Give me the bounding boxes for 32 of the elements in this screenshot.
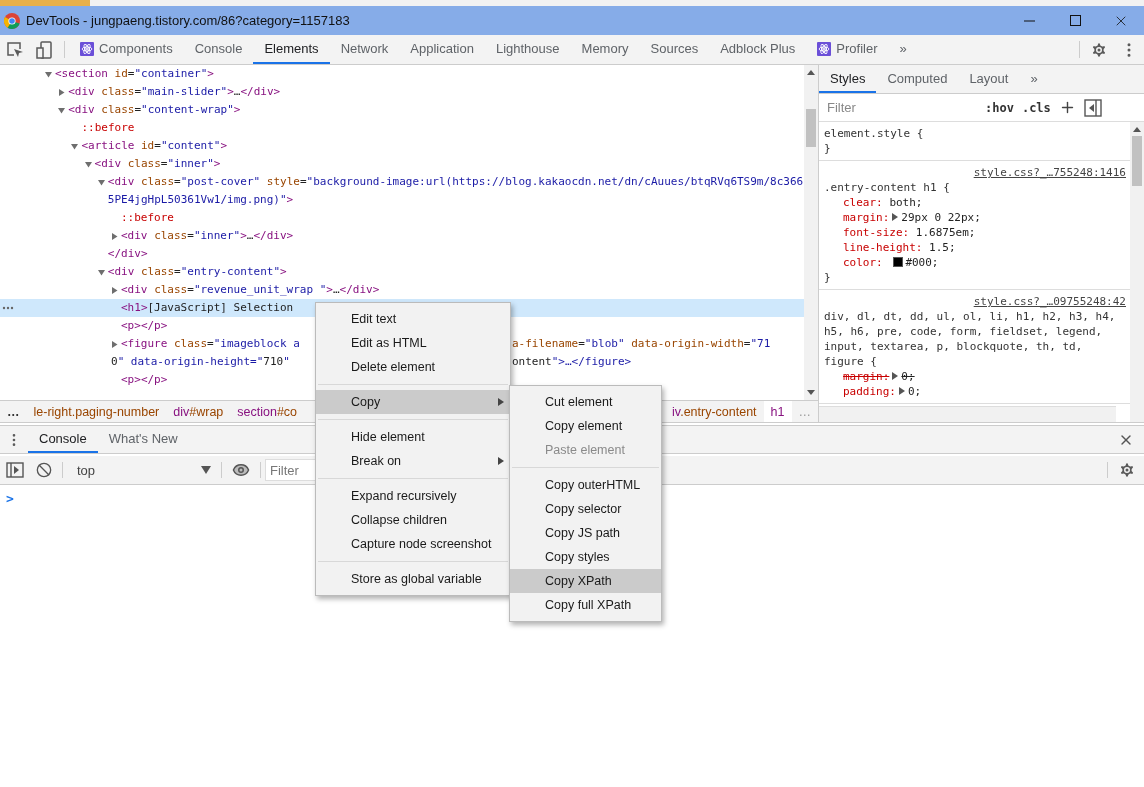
node-markup: <figure class="imageblock a xyxy=(121,337,300,350)
node-markup: a-filename="blob" data-origin-width="71 xyxy=(512,336,771,352)
node-markup: <div class="inner"> xyxy=(94,156,221,172)
node-markup: <div class="inner">…</div> xyxy=(121,228,294,244)
node-markup: <div class="entry-content"> xyxy=(107,264,287,280)
node-markup: <div class="revenue_unit_wrap ">…</div> xyxy=(121,282,380,298)
node-markup: <div class="content-wrap"> xyxy=(68,102,241,118)
node-markup: 0" data-origin-height="710" xyxy=(111,355,291,368)
closing-brace: } xyxy=(824,270,832,285)
css-selector: .entry-content h1 { xyxy=(824,180,950,195)
css-selector: element.style { xyxy=(824,126,924,141)
node-markup: <article id="content"> xyxy=(81,138,228,154)
window-title: DevTools - jungpaeng.tistory.com/86?category=1157183 xyxy=(26,13,351,28)
node-markup: <div class="post-cover" style="background-image:url(https://blog.kakaocdn.net/dn/cAuues/btqRVq6TS9m/8c3665PE4jgHpL50361Vw1/img.png)"> xyxy=(107,174,804,208)
node-markup: ::before xyxy=(121,210,174,226)
node-markup: <p></p> xyxy=(121,372,168,388)
css-property: font-size: 1.6875em; xyxy=(842,225,977,240)
node-markup: <div class="main-slider">…</div> xyxy=(68,84,281,100)
node-markup: ontent">…</figure> xyxy=(512,354,632,370)
css-property: color: #000; xyxy=(842,255,940,270)
css-property: padding: 0; xyxy=(842,384,923,399)
css-property: line-height: 1.5; xyxy=(842,240,957,255)
css-property: margin: 0; xyxy=(842,369,916,384)
node-markup: <h1>[JavaScript] Selection xyxy=(121,300,294,316)
css-property: clear: both; xyxy=(842,195,924,210)
css-selector: div, dl, dt, dd, ul, ol, li, h1, h2, h3, h4, h5, h6, pre, code, form, fieldset, legend, input, textarea, p, blockquote, th, td, figure { xyxy=(824,309,1117,369)
css-property: margin: 29px 0 22px; xyxy=(842,210,982,225)
node-markup: <p></p> xyxy=(121,318,168,334)
closing-brace: } xyxy=(824,141,832,156)
node-markup: <section id="container"> xyxy=(55,66,214,82)
node-markup: </div> xyxy=(107,246,148,262)
node-markup: ::before xyxy=(81,120,135,136)
